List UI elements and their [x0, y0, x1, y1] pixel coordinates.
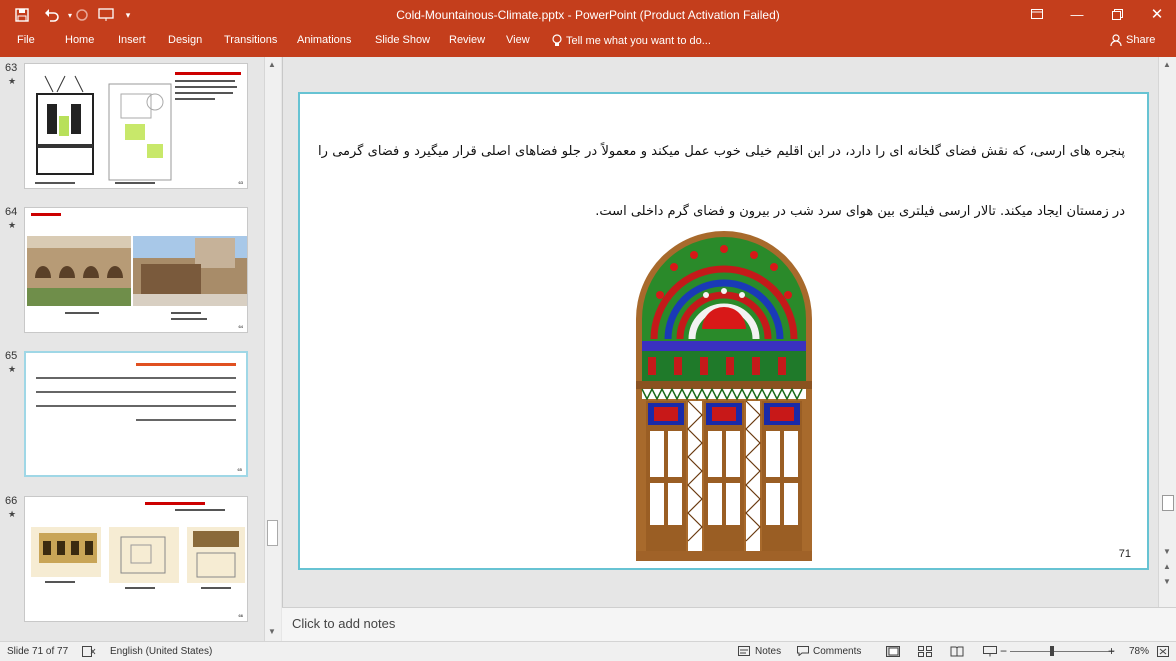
- tab-transitions[interactable]: Transitions: [224, 34, 277, 46]
- title-bar: ▾ ▾ Cold-Mountainous-Climate.pptx - Powe…: [0, 0, 1176, 30]
- slide-editor: پنجره های ارسی، که نقش فضای گلخانه ای را…: [282, 57, 1158, 607]
- scroll-down-icon[interactable]: ▼: [1163, 547, 1171, 556]
- notes-button[interactable]: Notes: [755, 646, 781, 657]
- slide-thumbnail-64[interactable]: 64: [24, 207, 248, 333]
- tab-review[interactable]: Review: [449, 34, 485, 46]
- slide-thumbnail-63[interactable]: 63: [24, 63, 248, 189]
- tab-slide-show[interactable]: Slide Show: [375, 34, 430, 46]
- comments-button[interactable]: Comments: [813, 646, 861, 657]
- animation-star-icon: ★: [8, 364, 17, 374]
- lightbulb-icon: [552, 34, 562, 46]
- undo-icon[interactable]: [42, 5, 62, 25]
- comments-icon[interactable]: [797, 646, 809, 659]
- tell-me-box[interactable]: Tell me what you want to do...: [552, 34, 711, 47]
- slide-page-number: 71: [1118, 548, 1131, 560]
- text-slide-preview: [36, 363, 236, 421]
- previous-slide-icon[interactable]: ▲: [1163, 562, 1171, 571]
- close-icon[interactable]: ✕: [1140, 3, 1174, 25]
- slide-number: 65: [5, 350, 18, 362]
- save-icon[interactable]: [12, 5, 32, 25]
- animation-star-icon: ★: [8, 220, 17, 230]
- elevation-drawings: [31, 502, 245, 589]
- scroll-down-icon[interactable]: ▼: [268, 627, 276, 636]
- scrollbar-thumb[interactable]: [1162, 495, 1174, 511]
- slide-number: 63: [5, 62, 18, 74]
- status-bar: Slide 71 of 77 English (United States) N…: [0, 641, 1176, 661]
- restore-icon[interactable]: [1100, 3, 1134, 25]
- animation-star-icon: ★: [8, 76, 17, 86]
- tab-design[interactable]: Design: [168, 34, 202, 46]
- animation-star-icon: ★: [8, 509, 17, 519]
- thumbnail-page-number: 63: [238, 180, 243, 185]
- orosi-window-image: [636, 231, 812, 561]
- slide-number: 66: [5, 495, 18, 507]
- slide-thumbnail-pane: 63 ★ 63 64 ★ 64 65 ★ 65 66 ★ 66: [0, 57, 264, 641]
- share-label: Share: [1126, 34, 1156, 46]
- slide-sorter-icon[interactable]: [918, 646, 932, 660]
- fit-to-window-icon[interactable]: [1157, 646, 1169, 660]
- thumbnail-page-number: 64: [238, 324, 243, 329]
- ribbon-display-icon[interactable]: [1020, 3, 1054, 25]
- zoom-slider[interactable]: [1010, 651, 1114, 652]
- zoom-level[interactable]: 78%: [1129, 646, 1149, 657]
- redo-icon[interactable]: [72, 5, 92, 25]
- editor-scrollbar[interactable]: ▲ ▼ ▲ ▼: [1158, 57, 1176, 607]
- scroll-up-icon[interactable]: ▲: [1163, 60, 1171, 69]
- zoom-out-icon[interactable]: −: [1000, 644, 1007, 658]
- tell-me-label: Tell me what you want to do...: [566, 34, 711, 47]
- slideshow-view-icon[interactable]: [983, 646, 997, 660]
- scrollbar-thumb[interactable]: [267, 520, 278, 546]
- powerpoint-window: ▾ ▾ Cold-Mountainous-Climate.pptx - Powe…: [0, 0, 1176, 661]
- reading-view-icon[interactable]: [950, 646, 964, 660]
- slide-body-text[interactable]: پنجره های ارسی، که نقش فضای گلخانه ای را…: [318, 122, 1125, 242]
- tab-file[interactable]: File: [17, 34, 35, 46]
- minimize-icon[interactable]: —: [1060, 3, 1094, 25]
- current-slide[interactable]: پنجره های ارسی، که نقش فضای گلخانه ای را…: [298, 92, 1149, 570]
- ribbon-tabs: File Home Insert Design Transitions Anim…: [0, 30, 1176, 57]
- scroll-up-icon[interactable]: ▲: [268, 60, 276, 69]
- slide-thumbnail-65[interactable]: 65: [24, 351, 248, 477]
- slide-counter: Slide 71 of 77: [7, 646, 69, 657]
- tab-insert[interactable]: Insert: [118, 34, 146, 46]
- window-title: Cold-Mountainous-Climate.pptx - PowerPoi…: [396, 8, 780, 22]
- next-slide-icon[interactable]: ▼: [1163, 577, 1171, 586]
- zoom-in-icon[interactable]: +: [1108, 644, 1115, 658]
- share-button[interactable]: Share: [1110, 34, 1155, 46]
- slide-thumbnail-66[interactable]: 66: [24, 496, 248, 622]
- tab-home[interactable]: Home: [65, 34, 94, 46]
- notes-toggle-icon[interactable]: [738, 646, 750, 659]
- tab-view[interactable]: View: [506, 34, 530, 46]
- floor-plan-image: [33, 72, 241, 184]
- notes-placeholder[interactable]: Click to add notes: [292, 616, 395, 631]
- zoom-slider-handle[interactable]: [1050, 646, 1054, 656]
- tab-animations[interactable]: Animations: [297, 34, 351, 46]
- customize-toolbar-icon[interactable]: ▾: [118, 5, 138, 25]
- language-indicator[interactable]: English (United States): [110, 646, 212, 657]
- thumbnail-scrollbar[interactable]: ▲ ▼: [264, 57, 281, 641]
- person-icon: [1110, 34, 1122, 46]
- present-icon[interactable]: [96, 5, 116, 25]
- slide-number: 64: [5, 206, 18, 218]
- normal-view-icon[interactable]: [886, 646, 900, 660]
- thumbnail-page-number: 66: [238, 613, 243, 618]
- notes-pane[interactable]: Click to add notes: [282, 607, 1176, 641]
- thumbnail-page-number: 65: [237, 467, 242, 472]
- courtyard-photos: [27, 213, 247, 320]
- spell-check-icon[interactable]: [82, 646, 96, 660]
